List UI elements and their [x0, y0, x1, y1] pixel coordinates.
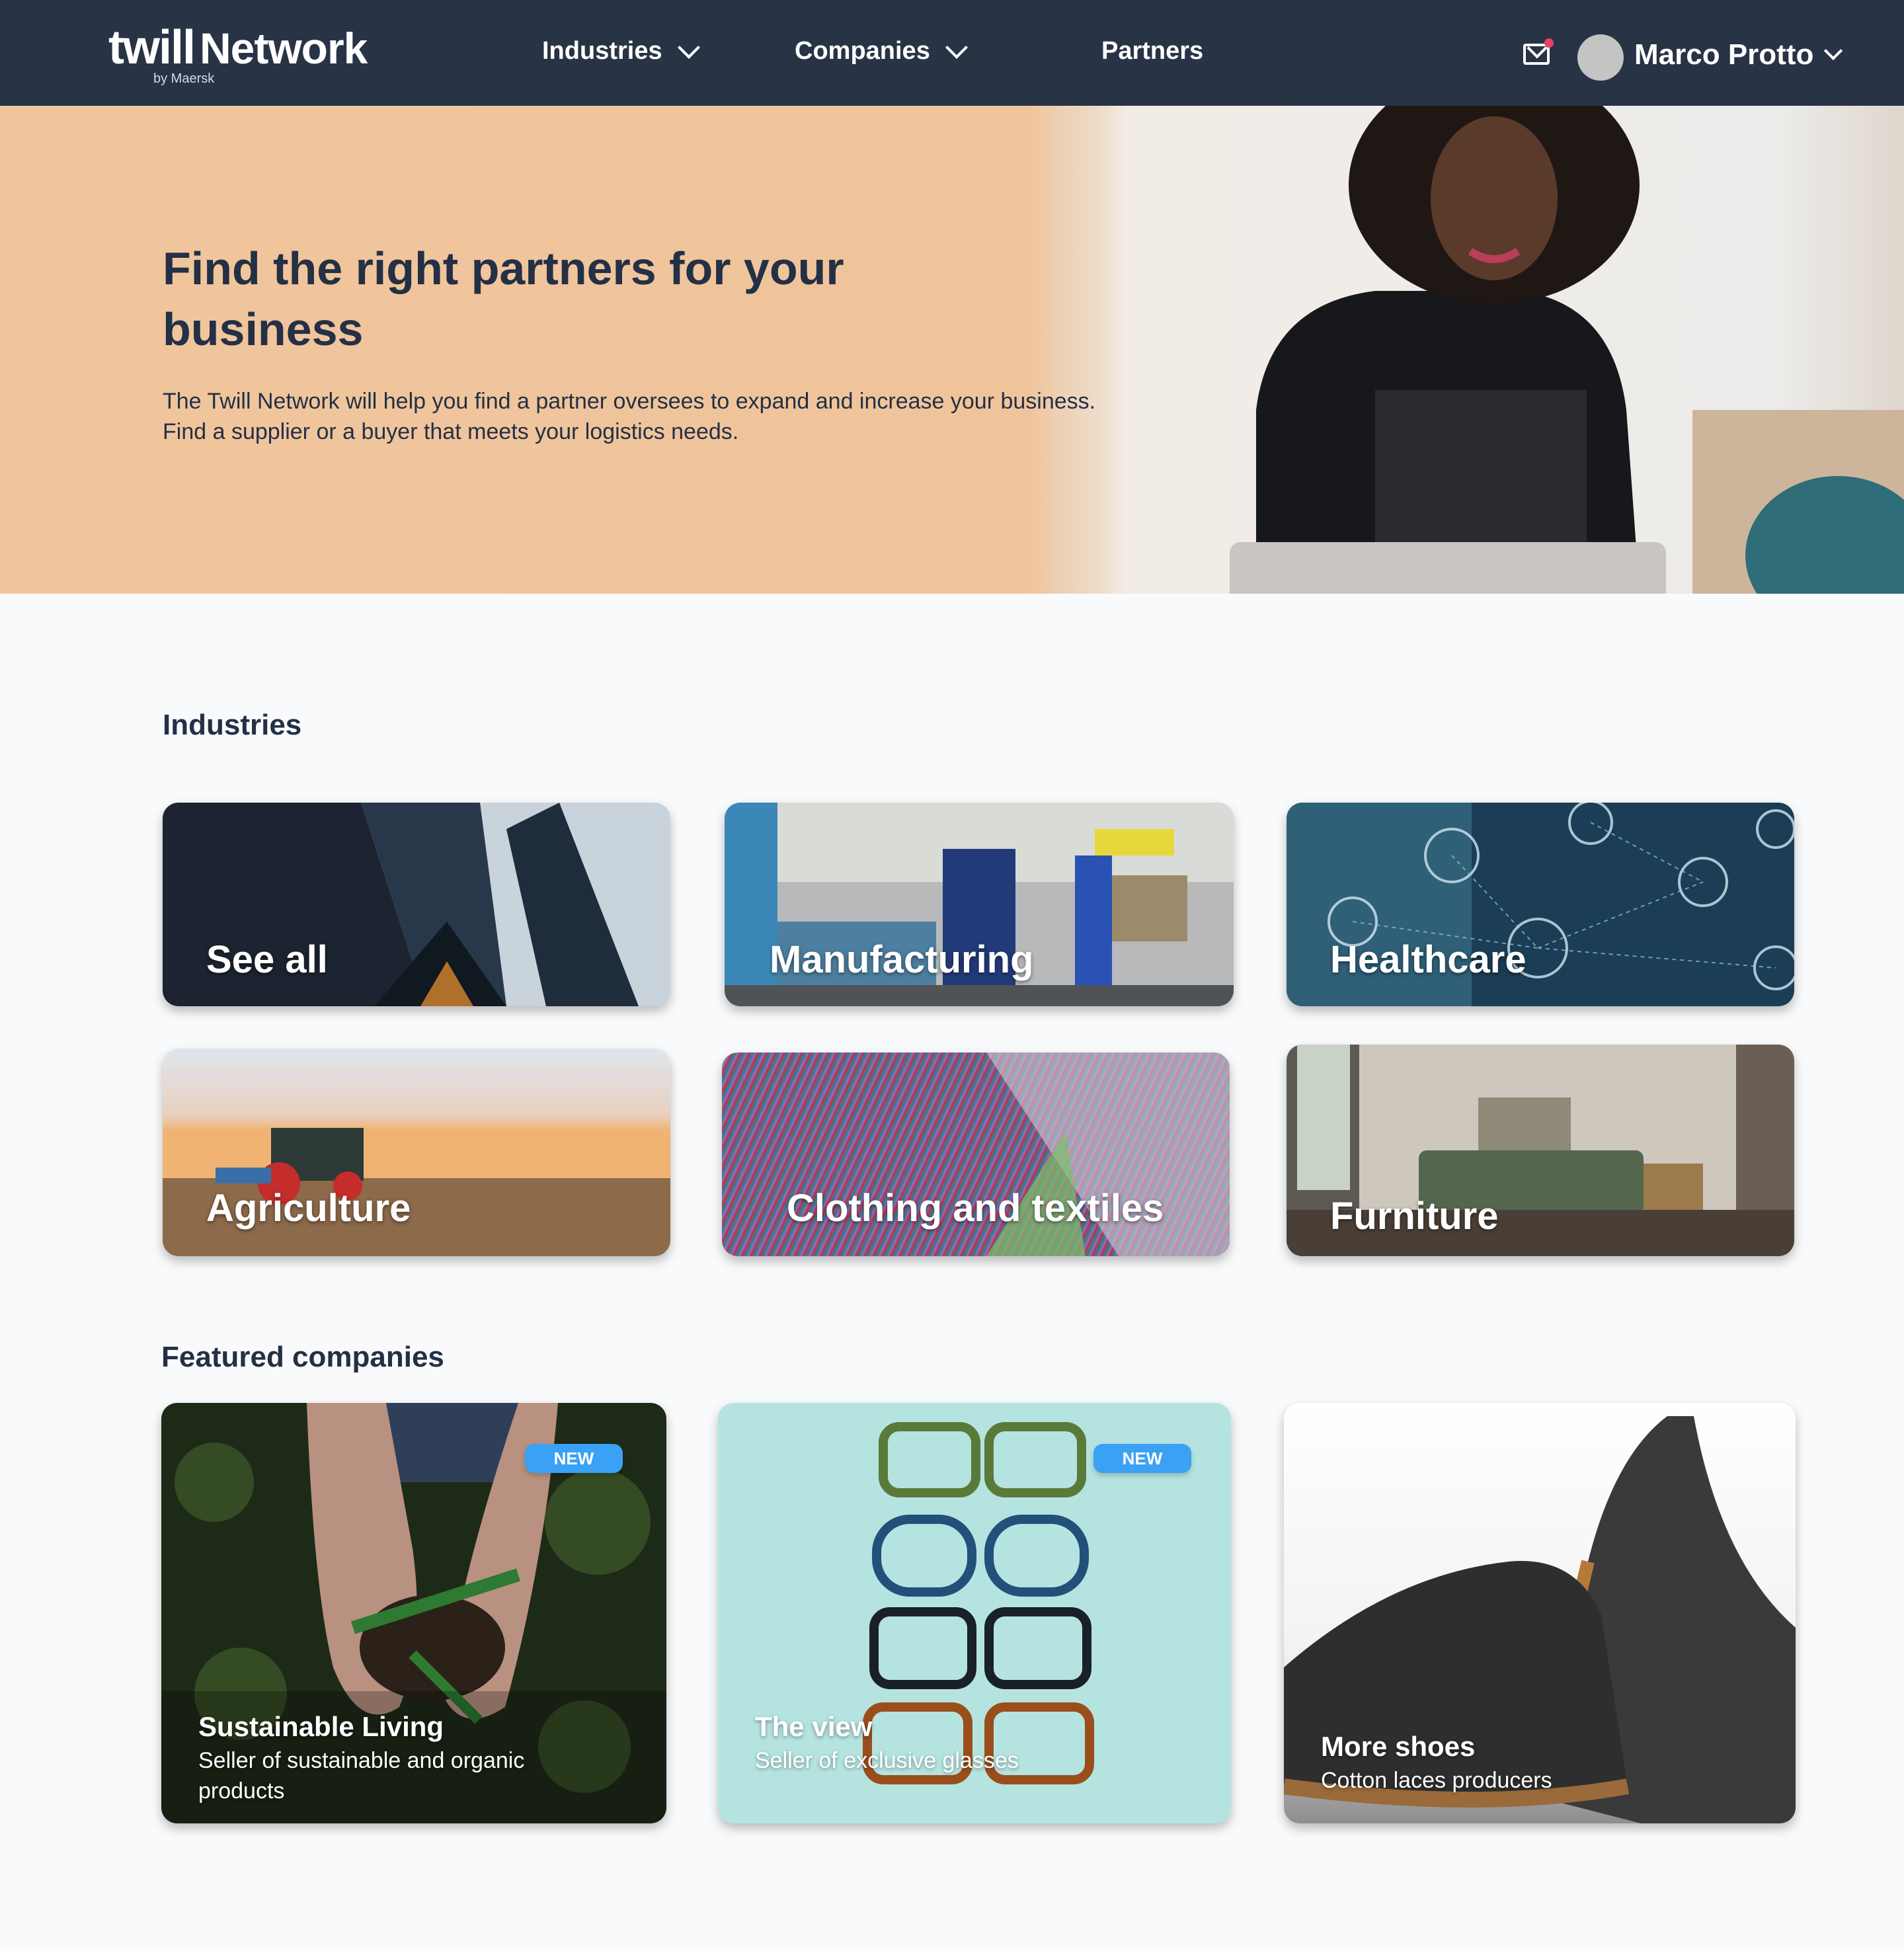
- hero-photo-woman-laptop: [1058, 106, 1904, 594]
- industry-card-furniture[interactable]: Furniture: [1287, 1045, 1794, 1256]
- company-card-the-view[interactable]: NEW The view Seller of exclusive glasses: [718, 1403, 1231, 1823]
- nav-companies[interactable]: Companies: [795, 36, 968, 65]
- company-name: Sustainable Living: [198, 1711, 444, 1742]
- industry-label: See all: [206, 938, 328, 981]
- industry-label: Furniture: [1330, 1195, 1499, 1238]
- chevron-down-icon: [1824, 41, 1843, 61]
- mail-icon[interactable]: [1523, 38, 1554, 65]
- hero-description-line2: Find a supplier or a buyer that meets yo…: [163, 419, 739, 444]
- chevron-down-icon: [677, 36, 700, 59]
- industry-card-see-all[interactable]: See all: [163, 803, 670, 1006]
- industry-label: Agriculture: [206, 1187, 411, 1230]
- industry-card-healthcare[interactable]: Healthcare: [1287, 803, 1794, 1006]
- nav-companies-label: Companies: [795, 37, 930, 65]
- logo[interactable]: twill Network by Maersk: [108, 21, 368, 86]
- top-nav: twill Network by Maersk Industries Compan…: [0, 0, 1904, 106]
- logo-byline: by Maersk: [153, 71, 215, 86]
- industry-label: Manufacturing: [770, 938, 1034, 981]
- company-name: The view: [755, 1711, 873, 1742]
- company-description: Seller of sustainable and organic produc…: [198, 1748, 525, 1804]
- avatar[interactable]: [1577, 34, 1624, 81]
- industry-card-manufacturing[interactable]: Manufacturing: [725, 803, 1234, 1006]
- new-badge: NEW: [1093, 1444, 1191, 1473]
- user-name: Marco Protto: [1634, 38, 1814, 71]
- nav-partners-label: Partners: [1101, 37, 1204, 65]
- industries-title: Industries: [163, 709, 302, 741]
- company-description: Seller of exclusive glasses: [755, 1748, 1019, 1773]
- page: twill Network by Maersk Industries Compan…: [0, 0, 1904, 1949]
- company-name: More shoes: [1321, 1731, 1476, 1762]
- industry-label: Clothing and textiles: [787, 1187, 1164, 1230]
- nav-industries[interactable]: Industries: [542, 36, 700, 65]
- industry-card-agriculture[interactable]: Agriculture: [163, 1049, 670, 1256]
- company-card-more-shoes[interactable]: More shoes Cotton laces producers: [1284, 1403, 1796, 1823]
- logo-network: Network: [200, 24, 368, 73]
- notification-dot: [1544, 38, 1554, 48]
- logo-twill: twill: [108, 21, 196, 74]
- hero-description: The Twill Network will help you find a p…: [163, 386, 1168, 447]
- chevron-down-icon: [945, 36, 968, 59]
- industry-card-clothing-and-textiles[interactable]: Clothing and textiles: [722, 1053, 1230, 1256]
- featured-companies-title: Featured companies: [161, 1341, 444, 1373]
- industry-label: Healthcare: [1330, 938, 1527, 981]
- hero-title: Find the right partners for your busines…: [163, 243, 844, 355]
- company-description: Cotton laces producers: [1321, 1768, 1552, 1793]
- new-badge: NEW: [525, 1444, 623, 1473]
- company-card-sustainable-living[interactable]: NEW Sustainable Living Seller of sustain…: [161, 1403, 666, 1823]
- nav-industries-label: Industries: [542, 37, 662, 65]
- user-menu[interactable]: Marco Protto: [1634, 38, 1843, 71]
- nav-partners[interactable]: Partners: [1101, 37, 1203, 65]
- hero-banner: Find the right partners for your busines…: [0, 106, 1904, 594]
- hero-description-line1: The Twill Network will help you find a p…: [163, 389, 1096, 414]
